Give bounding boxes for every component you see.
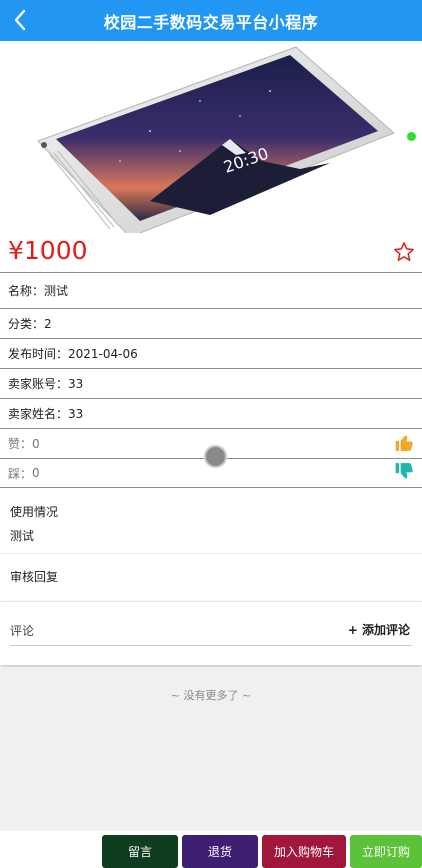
thumbs-down-icon [395,463,413,479]
comments-title: 评论 [10,624,35,638]
seller-account-row: 卖家账号： 33 [0,369,422,399]
chevron-left-icon [14,9,26,31]
category-label: 分类： [8,317,45,331]
dislike-label: 踩： [8,466,33,481]
category-row: 分类： 2 [0,309,422,339]
floating-assistive-ball[interactable] [204,445,227,468]
top-navigation-bar: 校园二手数码交易平台小程序 [0,0,422,41]
page-title: 校园二手数码交易平台小程序 [103,12,319,32]
like-count: 0 [32,436,40,451]
comments-list-area: ~ 没有更多了 ~ [0,667,422,831]
add-comment-button[interactable]: + 添加评论 [348,621,410,638]
product-name-label: 名称： [8,284,45,298]
seller-account-value: 33 [68,376,84,391]
usage-content: 测试 [10,529,35,543]
seller-name-value: 33 [68,406,84,421]
thumbs-up-icon [395,435,413,451]
no-more-text: ~ 没有更多了 ~ [170,689,252,702]
category-value: 2 [44,316,52,331]
star-outline-icon [394,242,414,261]
usage-section: 使用情况 测试 [0,489,422,553]
message-button[interactable]: 留言 [102,835,178,868]
dislike-button[interactable] [394,462,414,485]
review-section: 审核回复 [0,554,422,600]
review-title: 审核回复 [10,570,59,584]
comments-panel: 评论 + 添加评论 [0,601,422,665]
publish-time-row: 发布时间： 2021-04-06 [0,339,422,369]
product-image: 20:30 [37,46,395,233]
add-to-cart-button[interactable]: 加入购物车 [262,835,346,868]
like-button[interactable] [394,432,414,455]
price-row: ¥1000 [0,233,422,273]
product-name-value: 测试 [44,284,69,298]
return-button[interactable]: 退货 [182,835,258,868]
favorite-button[interactable] [393,241,415,267]
usage-title: 使用情况 [10,505,59,519]
seller-name-label: 卖家姓名： [8,407,69,421]
back-button[interactable] [8,6,32,34]
seller-name-row: 卖家姓名： 33 [0,399,422,429]
seller-account-label: 卖家账号： [8,377,69,391]
product-name-row: 名称： 测试 [0,273,422,309]
like-label: 赞： [8,437,33,451]
dislike-count: 0 [32,466,40,480]
publish-time-label: 发布时间： [8,347,69,361]
carousel-indicator-dot[interactable] [407,132,416,141]
publish-time-value: 2021-04-06 [68,346,138,361]
product-image-carousel[interactable]: 20:30 [0,41,422,233]
buy-now-button[interactable]: 立即订购 [350,835,422,868]
bottom-action-bar: 留言 退货 加入购物车 立即订购 [0,831,422,868]
comments-divider [10,645,412,646]
product-price: ¥1000 [8,236,88,265]
